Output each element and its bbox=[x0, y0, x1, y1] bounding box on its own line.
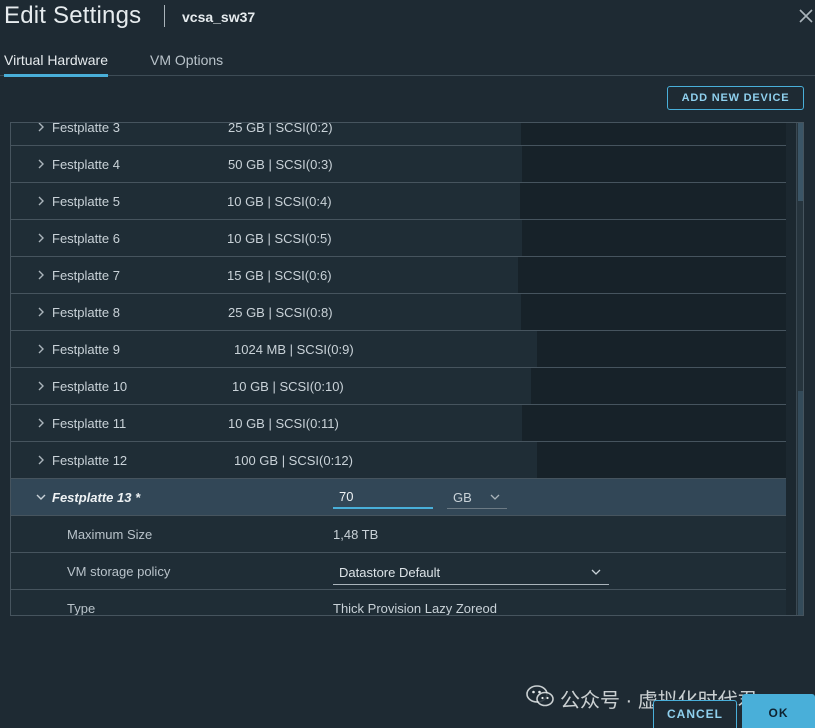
storage-policy-value: Datastore Default bbox=[339, 565, 441, 580]
disk-row[interactable]: Festplatte 9 1024 MB | SCSI(0:9) bbox=[11, 331, 786, 368]
chevron-right-icon[interactable] bbox=[35, 158, 47, 170]
disk-summary: 10 GB | SCSI(0:11) bbox=[228, 416, 339, 431]
row-shade bbox=[522, 146, 786, 182]
cancel-button[interactable]: CANCEL bbox=[653, 700, 737, 728]
disk-name: Festplatte 9 bbox=[52, 342, 120, 357]
hardware-panel: Festplatte 3 25 GB | SCSI(0:2) Festplatt… bbox=[10, 122, 804, 616]
add-new-device-button[interactable]: ADD NEW DEVICE bbox=[667, 86, 804, 110]
disk-row[interactable]: Festplatte 10 10 GB | SCSI(0:10) bbox=[11, 368, 786, 405]
chevron-down-icon bbox=[591, 569, 601, 575]
chevron-down-icon bbox=[490, 494, 500, 500]
chevron-right-icon[interactable] bbox=[35, 454, 47, 466]
type-row: Type Thick Provision Lazy Zoreod bbox=[11, 590, 786, 616]
ok-button[interactable]: OK bbox=[742, 694, 815, 728]
chevron-right-icon[interactable] bbox=[35, 195, 47, 207]
disk-summary: 50 GB | SCSI(0:3) bbox=[228, 157, 333, 172]
disk-name: Festplatte 7 bbox=[52, 268, 120, 283]
disk-summary: 10 GB | SCSI(0:5) bbox=[227, 231, 332, 246]
unit-value: GB bbox=[453, 490, 472, 505]
disk-summary: 10 GB | SCSI(0:4) bbox=[227, 194, 332, 209]
tab-vm-options[interactable]: VM Options bbox=[150, 52, 223, 74]
row-shade bbox=[521, 294, 786, 330]
disk-unit-select[interactable]: GB bbox=[447, 485, 507, 509]
disk-name: Festplatte 10 bbox=[52, 379, 128, 394]
disk-row[interactable]: Festplatte 7 15 GB | SCSI(0:6) bbox=[11, 257, 786, 294]
disk-name: Festplatte 11 bbox=[52, 416, 127, 431]
chevron-right-icon[interactable] bbox=[35, 232, 47, 244]
disk-row[interactable]: Festplatte 11 10 GB | SCSI(0:11) bbox=[11, 405, 786, 442]
disk-name: Festplatte 4 bbox=[52, 157, 120, 172]
disk-row-expanded[interactable]: Festplatte 13 * GB bbox=[11, 479, 786, 516]
chevron-right-icon[interactable] bbox=[35, 417, 47, 429]
chevron-right-icon[interactable] bbox=[35, 343, 47, 355]
row-shade bbox=[537, 442, 786, 478]
storage-policy-label: VM storage policy bbox=[67, 564, 171, 579]
row-shade bbox=[518, 257, 786, 293]
row-shade bbox=[520, 183, 786, 219]
chevron-right-icon[interactable] bbox=[35, 122, 47, 133]
dialog-title: Edit Settings bbox=[4, 2, 142, 29]
row-shade bbox=[522, 220, 786, 256]
disk-row[interactable]: Festplatte 3 25 GB | SCSI(0:2) bbox=[11, 122, 786, 146]
wechat-icon bbox=[526, 685, 554, 707]
device-list: Festplatte 3 25 GB | SCSI(0:2) Festplatt… bbox=[11, 122, 786, 616]
row-shade bbox=[521, 123, 786, 145]
disk-row[interactable]: Festplatte 6 10 GB | SCSI(0:5) bbox=[11, 220, 786, 257]
max-size-row: Maximum Size 1,48 TB bbox=[11, 516, 786, 553]
vertical-scrollbar[interactable] bbox=[796, 123, 803, 615]
disk-summary: 25 GB | SCSI(0:2) bbox=[228, 122, 333, 135]
disk-summary: 1024 MB | SCSI(0:9) bbox=[234, 342, 354, 357]
disk-summary: 25 GB | SCSI(0:8) bbox=[228, 305, 333, 320]
chevron-right-icon[interactable] bbox=[35, 269, 47, 281]
tab-virtual-hardware[interactable]: Virtual Hardware bbox=[4, 52, 109, 77]
row-shade bbox=[537, 331, 786, 367]
disk-summary: 10 GB | SCSI(0:10) bbox=[232, 379, 344, 394]
row-shade bbox=[522, 405, 786, 441]
chevron-down-icon[interactable] bbox=[35, 491, 47, 503]
disk-row[interactable]: Festplatte 5 10 GB | SCSI(0:4) bbox=[11, 183, 786, 220]
disk-name: Festplatte 3 bbox=[52, 122, 120, 135]
storage-policy-select[interactable]: Datastore Default bbox=[333, 559, 609, 585]
disk-size-input[interactable] bbox=[333, 485, 433, 509]
max-size-value: 1,48 TB bbox=[333, 527, 379, 542]
disk-summary: 100 GB | SCSI(0:12) bbox=[234, 453, 353, 468]
close-icon[interactable] bbox=[796, 6, 815, 26]
disk-row[interactable]: Festplatte 4 50 GB | SCSI(0:3) bbox=[11, 146, 786, 183]
scrollbar-track-highlight bbox=[798, 391, 803, 615]
disk-name: Festplatte 8 bbox=[52, 305, 120, 320]
disk-name: Festplatte 5 bbox=[52, 194, 120, 209]
chevron-right-icon[interactable] bbox=[35, 380, 47, 392]
disk-summary: 15 GB | SCSI(0:6) bbox=[227, 268, 332, 283]
max-size-label: Maximum Size bbox=[67, 527, 153, 542]
disk-row[interactable]: Festplatte 8 25 GB | SCSI(0:8) bbox=[11, 294, 786, 331]
disk-row[interactable]: Festplatte 12 100 GB | SCSI(0:12) bbox=[11, 442, 786, 479]
tab-bar: Virtual Hardware VM Options bbox=[0, 44, 815, 77]
dialog-header: Edit Settings vcsa_sw37 bbox=[0, 0, 815, 36]
disk-name: Festplatte 12 bbox=[52, 453, 128, 468]
chevron-right-icon[interactable] bbox=[35, 306, 47, 318]
type-value: Thick Provision Lazy Zoreod bbox=[333, 601, 498, 616]
disk-name: Festplatte 6 bbox=[52, 231, 120, 246]
title-divider bbox=[164, 5, 165, 27]
scrollbar-thumb[interactable] bbox=[798, 123, 803, 201]
storage-policy-row: VM storage policy Datastore Default bbox=[11, 553, 786, 590]
type-label: Type bbox=[67, 601, 96, 616]
disk-name: Festplatte 13 * bbox=[52, 490, 141, 505]
vm-name: vcsa_sw37 bbox=[182, 9, 256, 25]
row-shade bbox=[531, 368, 786, 404]
